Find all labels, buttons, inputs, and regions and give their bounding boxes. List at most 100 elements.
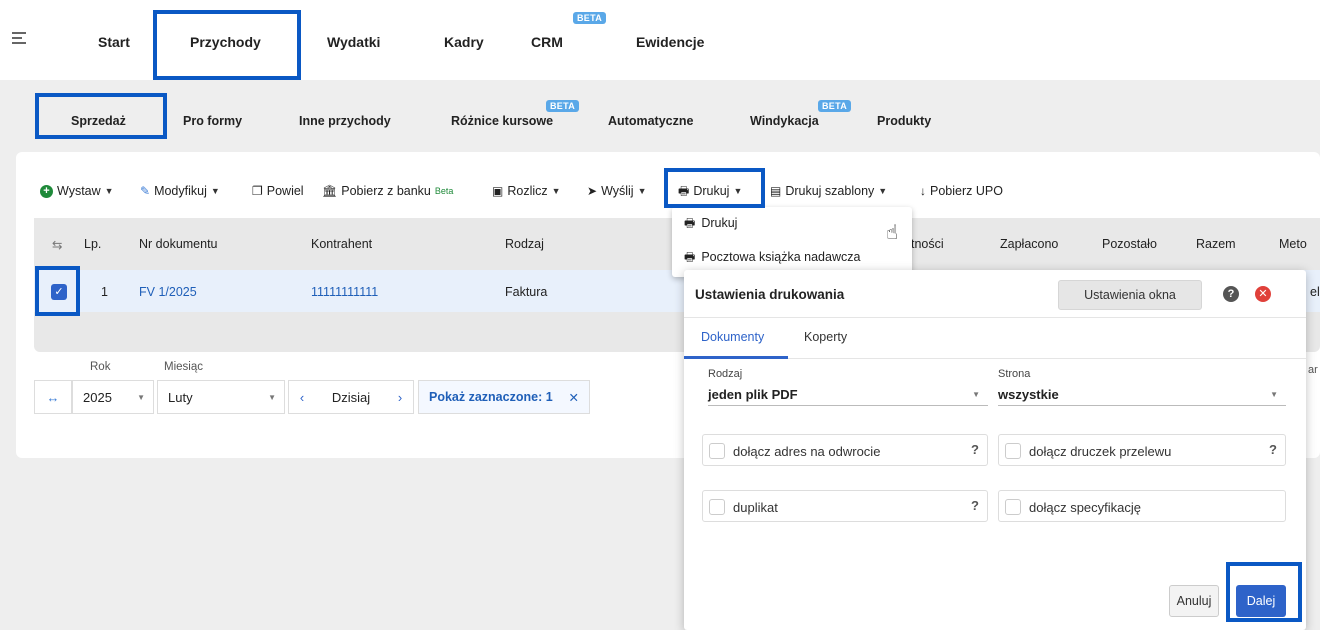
pobierz-z-banku-button[interactable]: 🏛 Pobierz z banku Beta bbox=[322, 184, 453, 198]
chevron-down-icon: ▼ bbox=[637, 186, 647, 196]
wyslij-button[interactable]: ➤ Wyślij ▼ bbox=[587, 184, 647, 198]
menu-collapse-icon[interactable] bbox=[12, 32, 26, 46]
arrow-down-icon: ↓ bbox=[920, 184, 926, 198]
subtab-produkty[interactable]: Produkty bbox=[877, 114, 931, 128]
copy-icon: ❐ bbox=[252, 184, 263, 198]
date-navigator: ‹ Dzisiaj › bbox=[288, 380, 414, 414]
tab-start[interactable]: Start bbox=[98, 34, 130, 50]
pobierz-upo-button[interactable]: ↓ Pobierz UPO bbox=[920, 184, 1003, 198]
chevron-down-icon: ▼ bbox=[878, 186, 888, 196]
chevron-down-icon: ▼ bbox=[733, 186, 743, 196]
selected-filter[interactable]: Pokaż zaznaczone: 1 ✕ bbox=[418, 380, 590, 414]
checkbox[interactable] bbox=[1005, 499, 1021, 515]
checkbox[interactable] bbox=[1005, 443, 1021, 459]
checkbox[interactable] bbox=[709, 443, 725, 459]
row-checkbox[interactable]: ✓ bbox=[51, 284, 67, 300]
send-icon: ➤ bbox=[587, 184, 598, 198]
subtab-inne-przychody[interactable]: Inne przychody bbox=[299, 114, 391, 128]
printer-icon: 🖶 bbox=[684, 250, 696, 264]
cell-kontrahent[interactable]: 11111111111 bbox=[311, 285, 378, 299]
dialog-title: Ustawienia drukowania bbox=[695, 287, 845, 302]
menu-item-pocztowa-ksiazka[interactable]: 🖶 Pocztowa książka nadawcza bbox=[684, 250, 860, 264]
column-rodzaj[interactable]: Rodzaj bbox=[505, 237, 544, 251]
printer-icon: 🖶 bbox=[678, 184, 690, 198]
document-icon: ▤ bbox=[770, 184, 782, 198]
rodzaj-select[interactable]: Rodzaj jeden plik PDF ▼ bbox=[708, 368, 988, 406]
chevron-down-icon: ▼ bbox=[1270, 390, 1278, 399]
today-button[interactable]: Dzisiaj bbox=[315, 390, 387, 405]
column-kontrahent[interactable]: Kontrahent bbox=[311, 237, 372, 251]
window-settings-button[interactable]: Ustawienia okna bbox=[1058, 280, 1202, 310]
strona-select[interactable]: Strona wszystkie ▼ bbox=[998, 368, 1286, 406]
drukuj-dropdown: 🖶 Drukuj 🖶 Pocztowa książka nadawcza bbox=[672, 207, 912, 277]
cancel-button[interactable]: Anuluj bbox=[1169, 585, 1219, 617]
active-tab-indicator bbox=[684, 356, 788, 359]
chevron-down-icon: ▼ bbox=[104, 186, 114, 196]
top-navigation: Start Przychody Wydatki Kadry CRM BETA E… bbox=[0, 0, 1320, 80]
column-platnosci[interactable]: tności bbox=[911, 237, 944, 251]
checkbox[interactable] bbox=[709, 499, 725, 515]
subtab-sprzedaz[interactable]: Sprzedaż bbox=[71, 114, 126, 128]
subtab-pro-formy[interactable]: Pro formy bbox=[183, 114, 242, 128]
miesiac-select[interactable]: Luty ▼ bbox=[157, 380, 285, 414]
beta-badge: BETA bbox=[573, 12, 607, 24]
option-duplikat[interactable]: duplikat ? bbox=[702, 490, 988, 522]
option-adres-na-odwrocie[interactable]: dołącz adres na odwrocie ? bbox=[702, 434, 988, 466]
subtab-roznice-kursowe[interactable]: Różnice kursowe bbox=[451, 114, 553, 128]
chevron-down-icon: ▼ bbox=[972, 390, 980, 399]
tab-kadry[interactable]: Kadry bbox=[444, 34, 484, 50]
next-button[interactable]: Dalej bbox=[1236, 585, 1286, 617]
column-lp[interactable]: Lp. bbox=[84, 237, 101, 251]
tab-dokumenty[interactable]: Dokumenty bbox=[701, 330, 764, 344]
help-icon[interactable]: ? bbox=[1269, 442, 1277, 457]
miesiac-label: Miesiąc bbox=[164, 361, 203, 373]
help-icon[interactable]: ? bbox=[1223, 286, 1239, 302]
rok-select[interactable]: 2025 ▼ bbox=[72, 380, 154, 414]
print-settings-dialog: Ustawienia drukowania Ustawienia okna ? … bbox=[684, 270, 1306, 630]
tab-crm[interactable]: CRM bbox=[531, 34, 563, 50]
printer-icon: 🖶 bbox=[684, 216, 696, 230]
money-icon: ▣ bbox=[492, 184, 504, 198]
chevron-down-icon: ▼ bbox=[268, 393, 276, 402]
cell-lp: 1 bbox=[101, 285, 108, 299]
edit-icon: ✎ bbox=[140, 184, 151, 198]
help-icon[interactable]: ? bbox=[971, 498, 979, 513]
subtab-automatyczne[interactable]: Automatyczne bbox=[608, 114, 693, 128]
plus-icon: + bbox=[40, 184, 53, 198]
beta-badge: BETA bbox=[546, 100, 580, 112]
option-specyfikacja[interactable]: dołącz specyfikację bbox=[998, 490, 1286, 522]
menu-item-drukuj[interactable]: 🖶 Drukuj bbox=[684, 216, 737, 230]
prev-month-button[interactable]: ‹ bbox=[289, 390, 315, 405]
column-nr-dokumentu[interactable]: Nr dokumentu bbox=[139, 237, 218, 251]
cell-nr-dokumentu[interactable]: FV 1/2025 bbox=[139, 285, 197, 299]
powiel-button[interactable]: ❐ Powiel bbox=[252, 184, 304, 198]
next-month-button[interactable]: › bbox=[387, 390, 413, 405]
wystaw-button[interactable]: + Wystaw ▼ bbox=[40, 184, 114, 198]
help-icon[interactable]: ? bbox=[971, 442, 979, 457]
chevron-down-icon: ▼ bbox=[551, 186, 561, 196]
tab-koperty[interactable]: Koperty bbox=[804, 330, 847, 344]
subtab-windykacja[interactable]: Windykacja bbox=[750, 114, 819, 128]
bank-icon: 🏛 bbox=[322, 184, 338, 198]
hand-cursor-icon: ☝ bbox=[886, 222, 899, 244]
modyfikuj-button[interactable]: ✎ Modyfikuj ▼ bbox=[140, 184, 220, 198]
drukuj-button[interactable]: 🖶 Drukuj ▼ bbox=[678, 184, 742, 198]
cell-metoda: el bbox=[1310, 285, 1320, 299]
expand-range-icon[interactable]: ↔ bbox=[34, 380, 72, 414]
column-razem[interactable]: Razem bbox=[1196, 237, 1236, 251]
chevron-down-icon: ▼ bbox=[137, 393, 145, 402]
tab-przychody[interactable]: Przychody bbox=[190, 34, 261, 50]
beta-badge: BETA bbox=[818, 100, 852, 112]
close-icon[interactable]: ✕ bbox=[1255, 286, 1271, 302]
tab-ewidencje[interactable]: Ewidencje bbox=[636, 34, 704, 50]
close-icon[interactable]: ✕ bbox=[569, 390, 579, 405]
rozlicz-button[interactable]: ▣ Rozlicz ▼ bbox=[492, 184, 561, 198]
column-metoda[interactable]: Meto bbox=[1279, 237, 1307, 251]
column-settings-icon[interactable]: ⇆ bbox=[52, 237, 62, 252]
drukuj-szablony-button[interactable]: ▤ Drukuj szablony ▼ bbox=[770, 184, 887, 198]
column-pozostalo[interactable]: Pozostało bbox=[1102, 237, 1157, 251]
cell-rodzaj: Faktura bbox=[505, 285, 548, 299]
tab-wydatki[interactable]: Wydatki bbox=[327, 34, 380, 50]
option-druczek-przelewu[interactable]: dołącz druczek przelewu ? bbox=[998, 434, 1286, 466]
column-zaplacono[interactable]: Zapłacono bbox=[1000, 237, 1058, 251]
